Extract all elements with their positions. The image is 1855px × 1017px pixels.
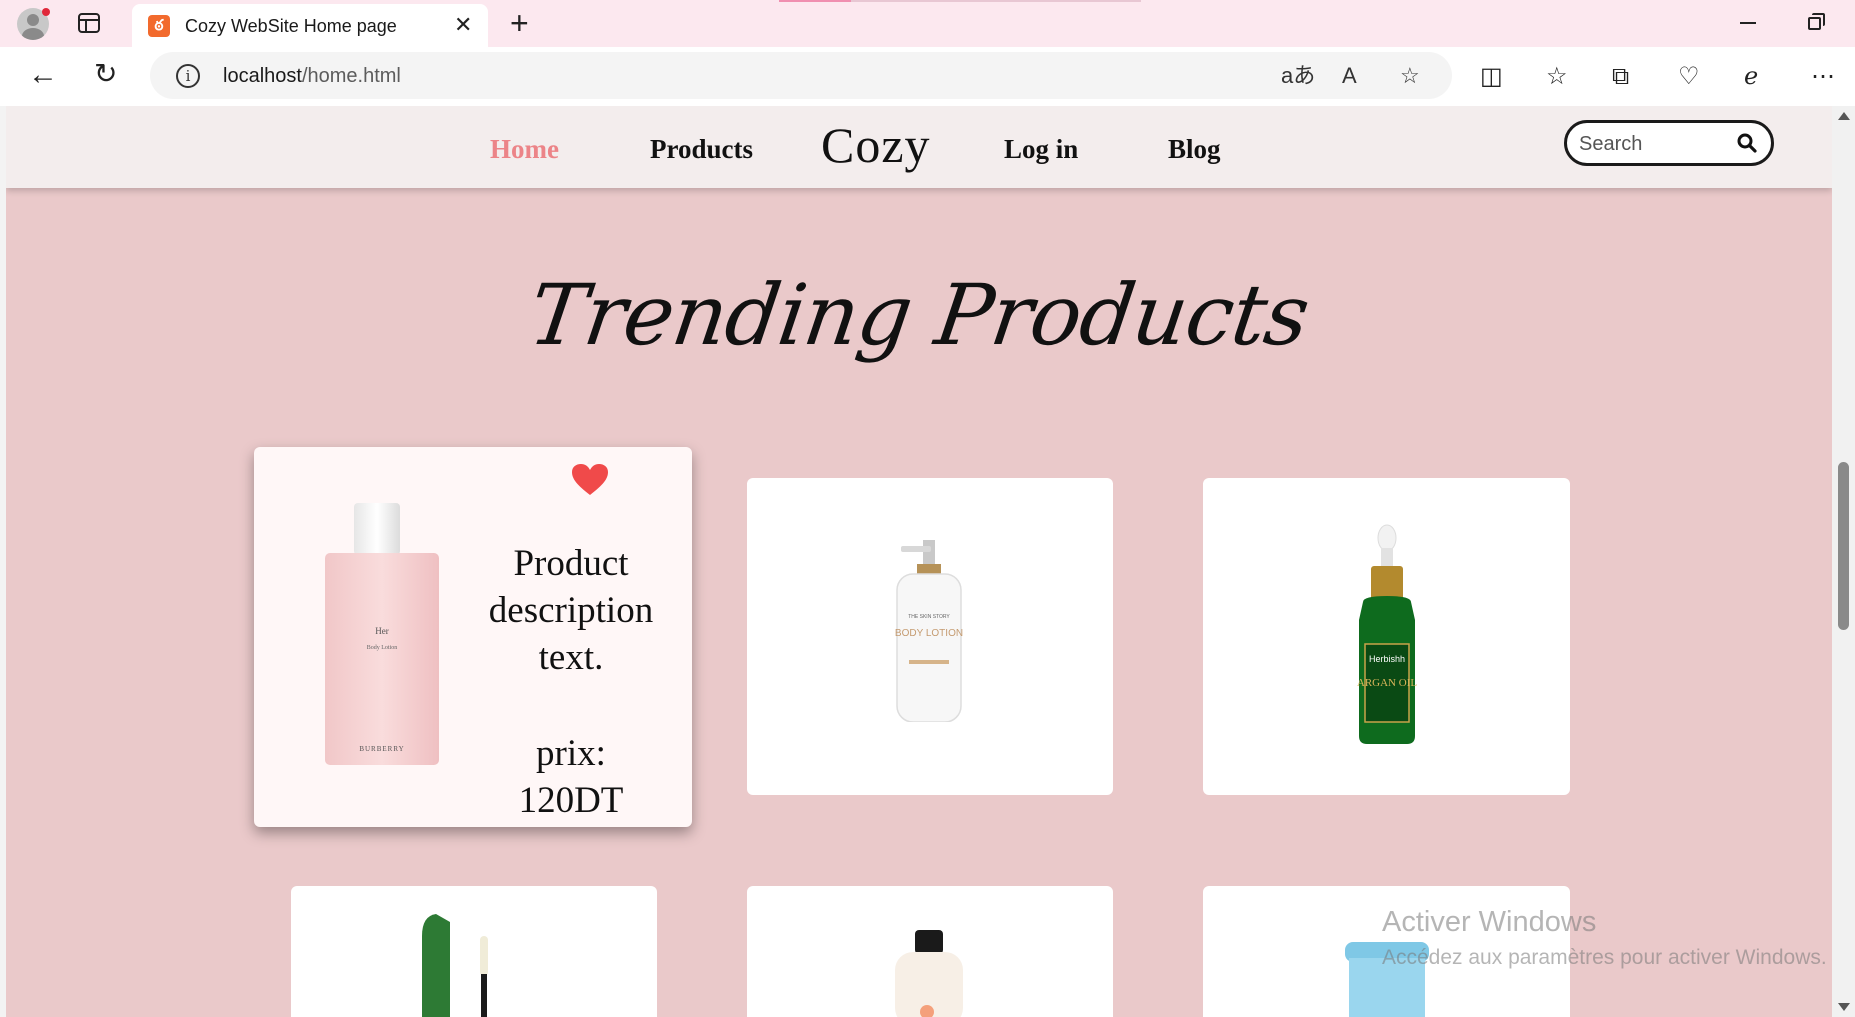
search-input[interactable] (1579, 131, 1729, 157)
svg-text:BURBERRY: BURBERRY (359, 745, 404, 753)
svg-text:Her: Her (375, 626, 389, 636)
loading-indicator (779, 0, 851, 2)
product-card[interactable]: Herbishh ARGAN OIL (1203, 478, 1570, 795)
product-card[interactable] (291, 886, 657, 1017)
argan-oil-image: Herbishh ARGAN OIL (1357, 524, 1417, 744)
nav-blog-link[interactable]: Blog (1168, 134, 1221, 165)
product-price: prix: 120DT (518, 733, 624, 821)
read-aloud-icon[interactable]: A (1342, 63, 1357, 89)
windows-activation-watermark: Activer Windows (1382, 906, 1597, 938)
browser-tab-bar: ఠ Cozy WebSite Home page ✕ + (0, 0, 1855, 47)
nav-products-link[interactable]: Products (650, 134, 753, 165)
favorites-list-icon[interactable]: ☆ (1546, 63, 1568, 91)
product-description: Product description text. (488, 543, 654, 678)
scroll-up-arrow-icon[interactable] (1838, 112, 1850, 120)
nav-login-link[interactable]: Log in (1004, 134, 1078, 165)
notification-dot (42, 8, 50, 16)
svg-text:THE SKIN STORY: THE SKIN STORY (908, 614, 950, 620)
url-path: /home.html (301, 65, 401, 87)
site-navbar: Home Products Cozy Log in Blog (6, 106, 1832, 188)
svg-text:ARGAN OIL: ARGAN OIL (1357, 677, 1417, 689)
reload-icon[interactable]: ↻ (94, 57, 117, 91)
search-box (1564, 120, 1774, 166)
xampp-favicon-icon: ఠ (148, 15, 170, 37)
heart-icon[interactable] (571, 463, 609, 497)
loading-indicator-track (851, 0, 1141, 2)
settings-more-icon[interactable]: ⋯ (1811, 63, 1835, 91)
address-toolbar: ← ↻ i localhost/home.html aあ A ☆ ◫ ☆ ⧉ ♡… (0, 47, 1855, 106)
scroll-down-arrow-icon[interactable] (1838, 1003, 1850, 1011)
window-minimize-icon[interactable] (1740, 22, 1756, 24)
translate-icon[interactable]: aあ (1281, 63, 1315, 89)
peach-lotion-image (895, 930, 963, 1017)
tab-title: Cozy WebSite Home page (185, 16, 397, 36)
address-bar[interactable]: i localhost/home.html aあ A ☆ (150, 52, 1452, 99)
split-screen-icon[interactable]: ◫ (1480, 63, 1503, 91)
new-tab-icon[interactable]: + (510, 6, 529, 40)
window-restore-icon[interactable] (1808, 13, 1825, 30)
tab-actions-icon[interactable] (78, 13, 100, 33)
collections-icon[interactable]: ⧉ (1612, 63, 1629, 91)
site-info-icon[interactable]: i (176, 64, 200, 88)
burberry-lotion-image: Her Body Lotion BURBERRY (325, 503, 439, 765)
back-arrow-icon[interactable]: ← (28, 58, 58, 92)
tab-close-icon[interactable]: ✕ (454, 13, 472, 37)
search-icon[interactable] (1737, 133, 1757, 153)
browser-essentials-icon[interactable]: ♡ (1678, 63, 1700, 91)
section-title: Trending Products (523, 266, 1315, 364)
edge-copilot-icon[interactable]: ℯ (1744, 63, 1758, 91)
favorite-star-icon[interactable]: ☆ (1400, 63, 1420, 89)
url-text[interactable]: localhost/home.html (223, 65, 401, 88)
browser-tab-active[interactable]: ఠ Cozy WebSite Home page ✕ (132, 4, 488, 47)
nav-home-link[interactable]: Home (490, 134, 559, 165)
url-host: localhost (223, 65, 302, 87)
product-card[interactable] (747, 886, 1113, 1017)
site-logo[interactable]: Cozy (821, 116, 931, 174)
svg-text:Body Lotion: Body Lotion (367, 645, 398, 651)
page-viewport: Home Products Cozy Log in Blog Trending … (6, 106, 1832, 1017)
scrollbar-thumb[interactable] (1838, 462, 1849, 630)
page-scrollbar[interactable] (1832, 106, 1855, 1017)
lip-product-image (422, 914, 488, 1017)
windows-activation-hint: Accédez aux paramètres pour activer Wind… (1382, 946, 1827, 969)
body-lotion-image: THE SKIN STORY BODY LOTION (895, 540, 963, 722)
svg-text:Herbishh: Herbishh (1369, 654, 1405, 664)
svg-text:BODY LOTION: BODY LOTION (895, 628, 963, 639)
product-card[interactable]: THE SKIN STORY BODY LOTION (747, 478, 1113, 795)
product-card-featured[interactable]: Her Body Lotion BURBERRY Product descrip… (254, 447, 692, 827)
